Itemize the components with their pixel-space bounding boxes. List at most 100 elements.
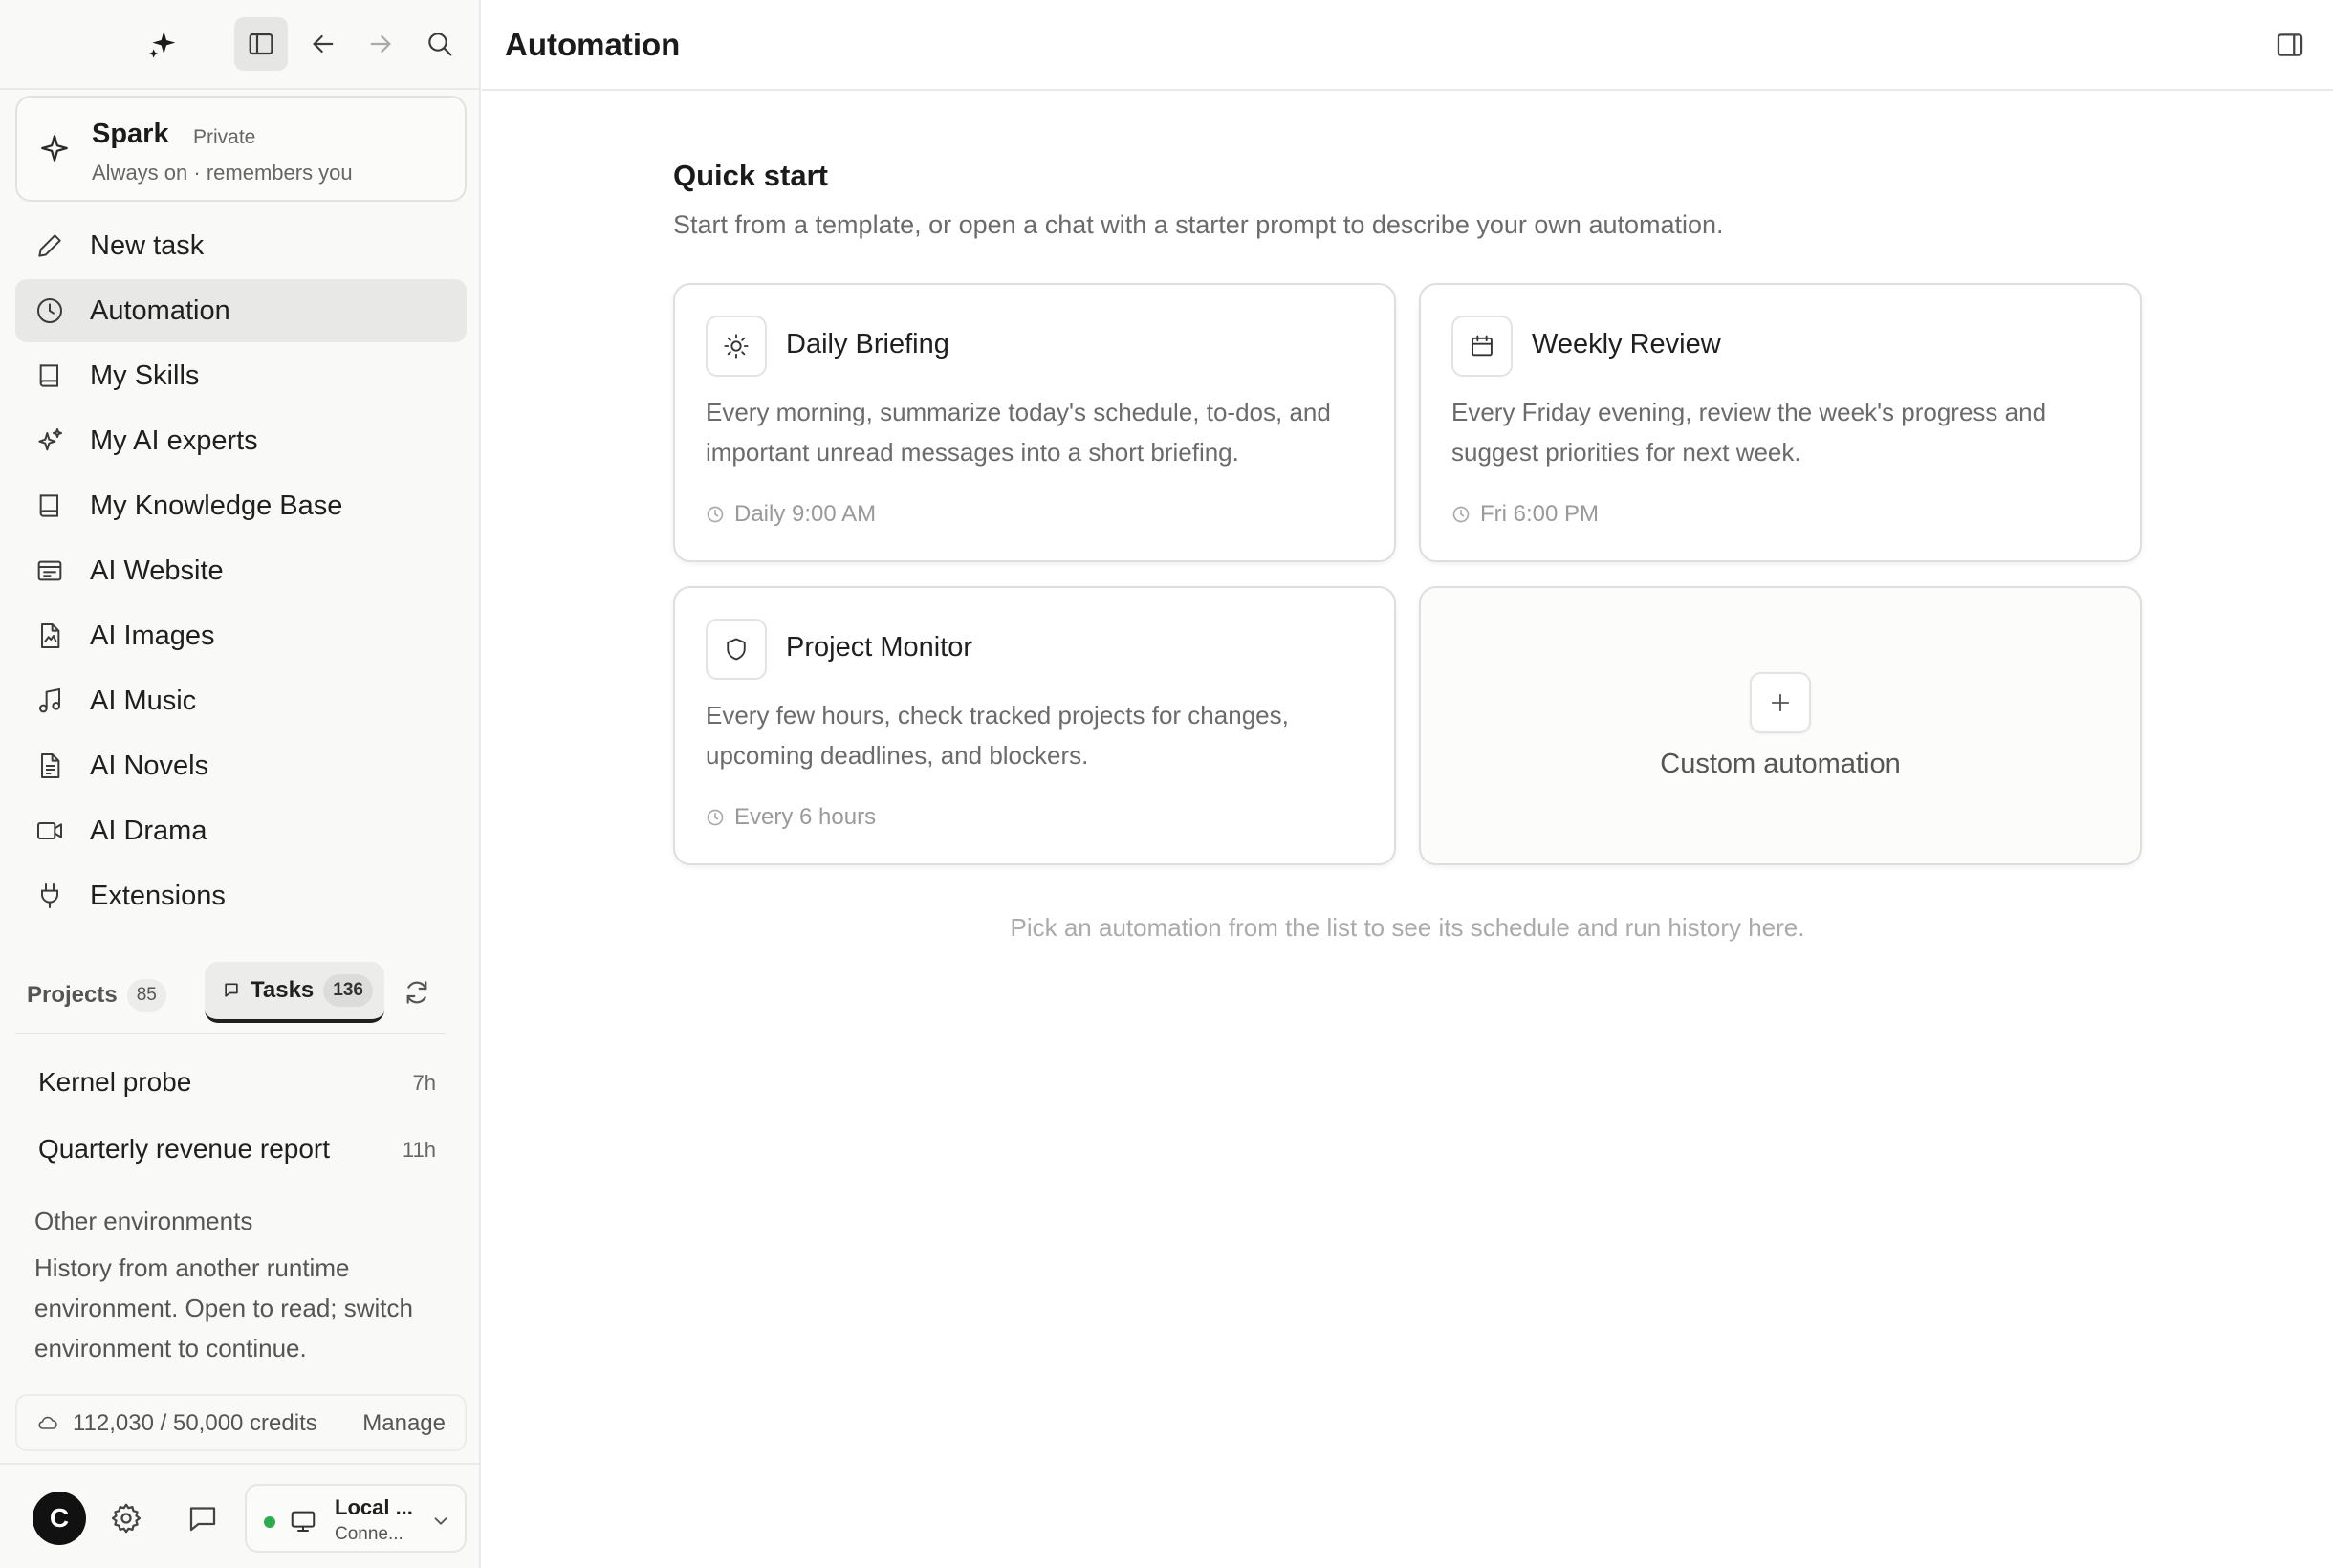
template-card-project-monitor[interactable]: Project Monitor Every few hours, check t… — [673, 586, 1396, 865]
avatar[interactable]: C — [33, 1492, 86, 1545]
other-environments-heading: Other environments — [34, 1207, 253, 1235]
task-list-item[interactable]: Quarterly revenue report 11h — [15, 1119, 436, 1180]
clock-icon — [37, 298, 62, 323]
app-window: Spark Private Always on · remembers you … — [0, 0, 2333, 1568]
environment-status: Conne... — [335, 1524, 403, 1544]
sidebar-item-label: My AI experts — [90, 425, 258, 456]
template-schedule-text: Every 6 hours — [734, 804, 877, 830]
monitor-icon — [291, 1511, 316, 1532]
other-environments-description: History from another runtime environment… — [34, 1253, 413, 1362]
sidebar-item-ai-website[interactable]: AI Website — [15, 539, 467, 602]
template-schedule-text: Fri 6:00 PM — [1480, 501, 1600, 527]
template-description: Every few hours, check tracked projects … — [706, 701, 1289, 770]
sidebar-item-ai-images[interactable]: AI Images — [15, 604, 467, 667]
tasks-count-badge: 136 — [323, 974, 373, 1007]
tab-projects-label: Projects — [27, 982, 118, 1008]
custom-automation-label: Custom automation — [1660, 748, 1901, 779]
template-title: Daily Briefing — [786, 329, 949, 359]
image-file-icon — [41, 623, 60, 648]
environment-selector[interactable]: Local ... Conne... — [245, 1484, 467, 1553]
sidebar-item-my-knowledge-base[interactable]: My Knowledge Base — [15, 474, 467, 537]
task-time: 11h — [402, 1138, 436, 1162]
clock-icon — [707, 506, 724, 523]
sidebar-item-new-task[interactable]: New task — [15, 214, 467, 277]
template-schedule: Fri 6:00 PM — [1451, 501, 1599, 528]
sidebar-item-my-ai-experts[interactable]: My AI experts — [15, 409, 467, 472]
sidebar: Spark Private Always on · remembers you … — [0, 0, 481, 1568]
manage-credits-link[interactable]: Manage — [362, 1410, 446, 1437]
sidebar-footer: C Local ... Conne... — [0, 1463, 481, 1568]
credits-bar: 112,030 / 50,000 credits Manage — [15, 1394, 467, 1451]
tab-tasks-label: Tasks — [251, 977, 315, 1003]
music-icon — [38, 687, 60, 713]
sidebar-item-automation[interactable]: Automation — [15, 279, 467, 342]
sidebar-toggle-icon[interactable] — [234, 17, 288, 71]
spark-subtitle: Always on · remembers you — [92, 161, 353, 185]
empty-state-hint: Pick an automation from the list to see … — [1010, 913, 1805, 942]
plus-icon — [1750, 671, 1811, 733]
main-header: Automation — [482, 0, 2333, 91]
sidebar-nav: New task Automation My Skills My AI expe… — [15, 214, 467, 929]
clock-icon — [1452, 506, 1470, 523]
sidebar-item-my-skills[interactable]: My Skills — [15, 344, 467, 407]
projects-count-badge: 85 — [126, 979, 166, 1012]
forward-arrow-icon[interactable] — [354, 17, 407, 71]
refresh-icon[interactable] — [402, 977, 432, 1008]
chevron-down-icon — [434, 1517, 447, 1526]
environment-name: Local ... — [335, 1495, 413, 1519]
book-icon — [39, 494, 58, 517]
task-list-item[interactable]: Kernel probe 7h — [15, 1052, 436, 1113]
sparkle-icon — [41, 135, 68, 162]
spark-badge: Private — [193, 126, 256, 148]
sidebar-item-label: AI Music — [90, 685, 197, 716]
spark-assistant-card[interactable]: Spark Private Always on · remembers you — [15, 96, 467, 202]
sidebar-item-extensions[interactable]: Extensions — [15, 864, 467, 927]
sidebar-item-label: AI Images — [90, 620, 215, 651]
quick-start-subtitle: Start from a template, or open a chat wi… — [673, 210, 1724, 239]
custom-automation-card[interactable]: Custom automation — [1419, 586, 2142, 865]
plug-icon — [41, 883, 58, 908]
tab-tasks[interactable]: Tasks 136 — [205, 962, 384, 1023]
sidebar-item-label: AI Website — [90, 555, 224, 586]
sparkles-icon — [38, 428, 62, 451]
chat-icon[interactable] — [185, 1501, 220, 1535]
template-description: Every morning, summarize today's schedul… — [706, 398, 1331, 467]
template-card-daily-briefing[interactable]: Daily Briefing Every morning, summarize … — [673, 283, 1396, 562]
template-schedule: Every 6 hours — [706, 804, 876, 831]
connection-status-dot — [264, 1516, 275, 1528]
sidebar-item-ai-drama[interactable]: AI Drama — [15, 799, 467, 862]
shield-icon — [706, 619, 767, 680]
search-icon[interactable] — [413, 17, 467, 71]
template-card-weekly-review[interactable]: Weekly Review Every Friday evening, revi… — [1419, 283, 2142, 562]
task-time: 7h — [412, 1071, 436, 1095]
pencil-icon — [38, 234, 61, 257]
website-icon — [37, 560, 62, 581]
sidebar-item-ai-novels[interactable]: AI Novels — [15, 734, 467, 797]
tab-projects[interactable]: Projects 85 — [27, 979, 166, 1012]
sidebar-item-label: My Knowledge Base — [90, 490, 343, 521]
gear-icon[interactable] — [109, 1501, 143, 1535]
sun-icon — [706, 316, 767, 377]
right-panel-toggle-icon[interactable] — [2274, 29, 2306, 61]
cloud-icon — [38, 1416, 57, 1429]
chat-flag-icon — [225, 983, 238, 997]
clock-icon — [707, 809, 724, 826]
template-title: Project Monitor — [786, 632, 973, 663]
spark-title: Spark — [92, 119, 169, 149]
task-name: Quarterly revenue report — [38, 1134, 331, 1164]
app-logo-icon[interactable] — [136, 17, 189, 71]
template-description: Every Friday evening, review the week's … — [1451, 398, 2047, 467]
video-icon — [37, 822, 62, 839]
quick-start-title: Quick start — [673, 159, 828, 192]
sidebar-item-label: New task — [90, 229, 205, 261]
sidebar-item-label: Extensions — [90, 880, 226, 911]
back-arrow-icon[interactable] — [296, 17, 350, 71]
credits-value: 112,030 / 50,000 credits — [73, 1410, 317, 1436]
calendar-icon — [1451, 316, 1513, 377]
template-schedule-text: Daily 9:00 AM — [734, 501, 877, 527]
sidebar-item-label: Automation — [90, 294, 230, 326]
sidebar-item-ai-music[interactable]: AI Music — [15, 669, 467, 732]
sidebar-item-label: AI Drama — [90, 815, 207, 846]
template-title: Weekly Review — [1532, 329, 1721, 359]
project-task-tabs: Projects 85 Tasks 136 — [15, 956, 446, 1034]
